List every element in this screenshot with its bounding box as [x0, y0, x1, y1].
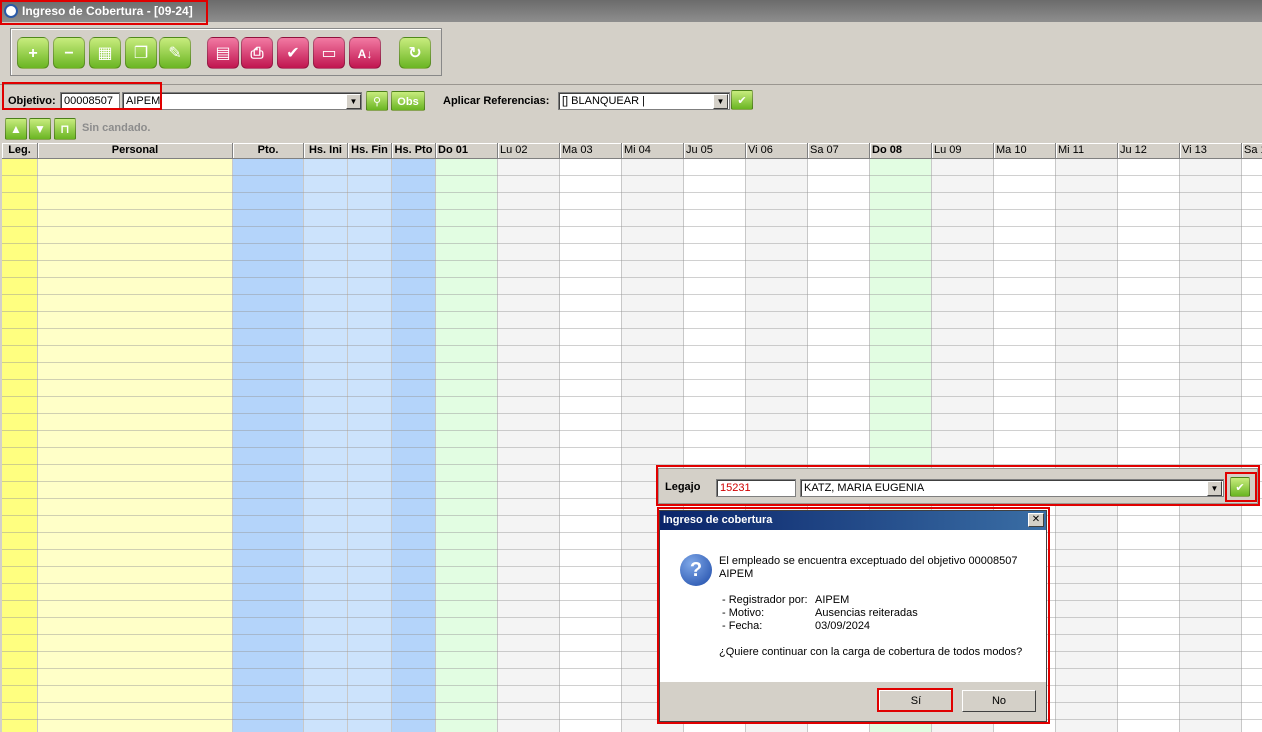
- coverage-dialog: Ingreso de cobertura ✕ ? El empleado se …: [659, 510, 1047, 722]
- header-sa14[interactable]: Sa 14: [1242, 143, 1262, 159]
- legajo-panel: Legajo 15231 KATZ, MARIA EUGENIA ▼ ✔: [658, 468, 1258, 504]
- question-icon: ?: [680, 554, 712, 586]
- objetivo-label: Objetivo:: [8, 95, 56, 107]
- header-sa07[interactable]: Sa 07: [808, 143, 870, 159]
- header-lu02[interactable]: Lu 02: [498, 143, 560, 159]
- header-vi06[interactable]: Vi 06: [746, 143, 808, 159]
- header-vi13[interactable]: Vi 13: [1180, 143, 1242, 159]
- yes-button[interactable]: Sí: [879, 690, 953, 712]
- add-icon[interactable]: +: [17, 37, 49, 69]
- close-icon[interactable]: ✕: [1028, 513, 1044, 527]
- registrador-value: AIPEM: [815, 594, 850, 606]
- header-mi04[interactable]: Mi 04: [622, 143, 684, 159]
- legajo-code-input[interactable]: 15231: [716, 479, 796, 497]
- dialog-title: Ingreso de cobertura ✕: [660, 511, 1046, 530]
- coverage-grid[interactable]: Leg. Personal Pto. Hs. Ini Hs. Fin Hs. P…: [2, 143, 1262, 732]
- obs-button[interactable]: Obs: [391, 91, 425, 111]
- move-down-icon[interactable]: ▼: [29, 118, 51, 140]
- header-ma03[interactable]: Ma 03: [560, 143, 622, 159]
- fecha-label: - Fecha:: [722, 620, 763, 632]
- dialog-line1: El empleado se encuentra exceptuado del …: [719, 555, 1018, 567]
- header-hs-pto[interactable]: Hs. Pto: [392, 143, 436, 159]
- header-hs-fin[interactable]: Hs. Fin: [348, 143, 392, 159]
- clipboard-icon[interactable]: ▤: [207, 37, 239, 69]
- filter-bar: Objetivo: 00008507 AIPEM ▼ ⚲ Obs Aplicar…: [0, 86, 1262, 114]
- legajo-label: Legajo: [665, 481, 701, 493]
- header-mi11[interactable]: Mi 11: [1056, 143, 1118, 159]
- apply-referencias-check-icon[interactable]: ✔: [731, 90, 753, 110]
- lock-icon[interactable]: ⊓: [54, 118, 76, 140]
- objetivo-dropdown-icon[interactable]: ▼: [346, 94, 361, 109]
- nav-bar: ▲ ▼ ⊓ Sin candado.: [0, 116, 1262, 142]
- header-ju12[interactable]: Ju 12: [1118, 143, 1180, 159]
- print-icon[interactable]: ⎙: [241, 37, 273, 69]
- header-ma10[interactable]: Ma 10: [994, 143, 1056, 159]
- header-lu09[interactable]: Lu 09: [932, 143, 994, 159]
- grid-row-lines: [2, 159, 1262, 732]
- legajo-name-select[interactable]: KATZ, MARIA EUGENIA: [800, 479, 1224, 497]
- no-button[interactable]: No: [962, 690, 1036, 712]
- edit-icon[interactable]: ✎: [159, 37, 191, 69]
- referencias-label: Aplicar Referencias:: [443, 95, 550, 107]
- main-toolbar: + − ▦ ❐ ✎ ▤ ⎙ ✔ ▭ A↓ ↻: [10, 28, 442, 76]
- header-leg[interactable]: Leg.: [2, 143, 38, 159]
- lock-status: Sin candado.: [82, 122, 151, 134]
- copy-icon[interactable]: ❐: [125, 37, 157, 69]
- header-do01[interactable]: Do 01: [436, 143, 498, 159]
- objetivo-name-select[interactable]: AIPEM: [122, 92, 362, 110]
- window-titlebar: Ingreso de Cobertura - [09-24]: [0, 0, 1262, 22]
- header-personal[interactable]: Personal: [38, 143, 233, 159]
- legajo-dropdown-icon[interactable]: ▼: [1207, 481, 1222, 496]
- legajo-confirm-check-icon[interactable]: ✔: [1230, 477, 1250, 497]
- dialog-question: ¿Quiere continuar con la carga de cobert…: [719, 646, 1023, 658]
- header-do08[interactable]: Do 08: [870, 143, 932, 159]
- registrador-label: - Registrador por:: [722, 594, 808, 606]
- fecha-value: 03/09/2024: [815, 620, 871, 632]
- toolbar-separator: [0, 84, 1262, 85]
- tv-icon[interactable]: ▭: [313, 37, 345, 69]
- window-title: Ingreso de Cobertura - [09-24]: [22, 4, 193, 18]
- refresh-icon[interactable]: ↻: [399, 37, 431, 69]
- sort-az-icon[interactable]: A↓: [349, 37, 381, 69]
- header-ju05[interactable]: Ju 05: [684, 143, 746, 159]
- objetivo-code-input[interactable]: 00008507: [60, 92, 120, 110]
- header-pto[interactable]: Pto.: [233, 143, 304, 159]
- move-up-icon[interactable]: ▲: [5, 118, 27, 140]
- motivo-value: Ausencias reiteradas: [815, 607, 918, 619]
- check-icon[interactable]: ✔: [277, 37, 309, 69]
- referencias-dropdown-icon[interactable]: ▼: [713, 94, 728, 109]
- dialog-body: ? El empleado se encuentra exceptuado de…: [660, 530, 1046, 682]
- header-hs-ini[interactable]: Hs. Ini: [304, 143, 348, 159]
- motivo-label: - Motivo:: [722, 607, 765, 619]
- calculator-icon[interactable]: ▦: [89, 37, 121, 69]
- dialog-title-text: Ingreso de cobertura: [663, 514, 773, 526]
- app-clock-icon: [4, 4, 18, 18]
- referencias-select[interactable]: [] BLANQUEAR |: [558, 92, 730, 110]
- remove-icon[interactable]: −: [53, 37, 85, 69]
- dialog-line2: AIPEM: [719, 568, 754, 580]
- objetivo-search-icon[interactable]: ⚲: [366, 91, 388, 111]
